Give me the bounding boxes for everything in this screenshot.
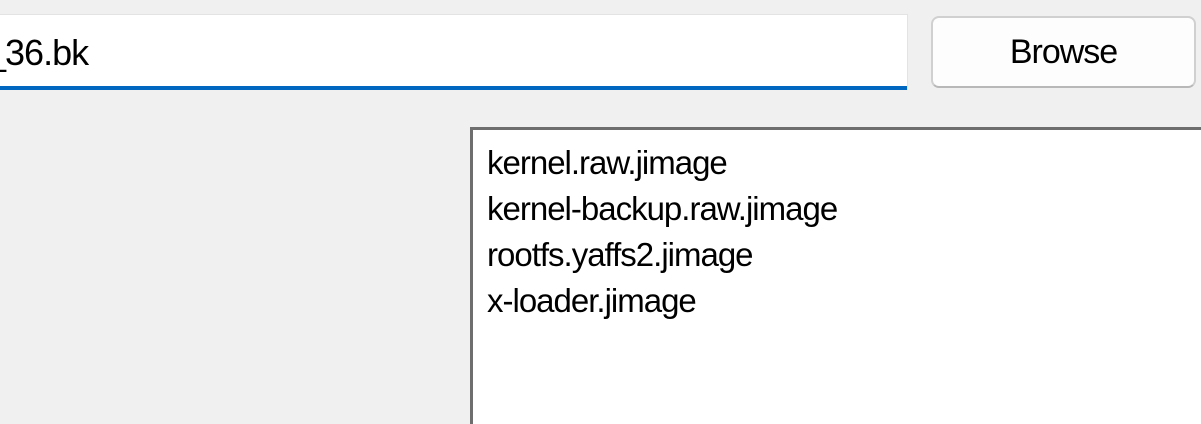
file-list[interactable]: kernel.raw.jimage kernel-backup.raw.jima… — [470, 127, 1201, 424]
file-path-input[interactable]: _36.bk — [0, 14, 908, 90]
browse-button[interactable]: Browse — [931, 16, 1196, 88]
list-item[interactable]: rootfs.yaffs2.jimage — [487, 232, 1201, 278]
file-path-value[interactable]: _36.bk — [0, 33, 89, 73]
input-focus-underline — [0, 86, 907, 90]
list-item[interactable]: kernel-backup.raw.jimage — [487, 186, 1201, 232]
list-item[interactable]: x-loader.jimage — [487, 278, 1201, 324]
dialog-content: _36.bk Browse kernel.raw.jimage kernel-b… — [0, 0, 1201, 424]
list-item[interactable]: kernel.raw.jimage — [487, 140, 1201, 186]
